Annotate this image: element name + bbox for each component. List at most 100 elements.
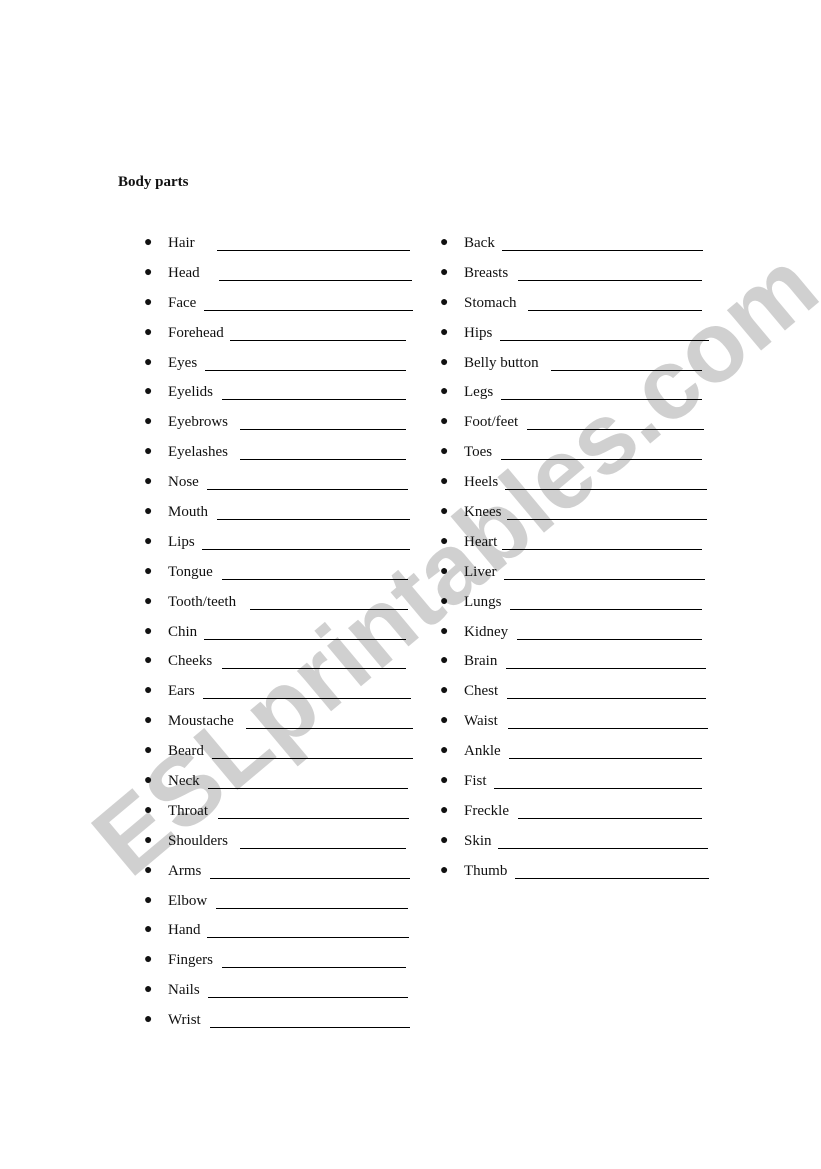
answer-blank-line[interactable]: [246, 728, 413, 730]
bullet-icon: ●: [440, 683, 449, 699]
answer-blank-line[interactable]: [217, 519, 410, 521]
item-label: Throat: [168, 802, 208, 819]
bullet-icon: ●: [440, 832, 449, 848]
bullet-icon: ●: [144, 713, 153, 729]
item-label: Skin: [464, 832, 492, 849]
answer-blank-line[interactable]: [207, 937, 409, 939]
answer-blank-line[interactable]: [507, 698, 706, 700]
answer-blank-line[interactable]: [202, 548, 410, 550]
answer-blank-line[interactable]: [518, 817, 702, 819]
answer-blank-line[interactable]: [508, 728, 708, 730]
answer-blank-line[interactable]: [222, 578, 408, 580]
answer-blank-line[interactable]: [500, 339, 709, 341]
bullet-icon: ●: [440, 414, 449, 430]
item-label: Tongue: [168, 563, 213, 580]
item-label: Moustache: [168, 713, 234, 730]
bullet-icon: ●: [144, 354, 153, 370]
answer-blank-line[interactable]: [502, 250, 703, 251]
answer-blank-line[interactable]: [515, 877, 709, 879]
answer-blank-line[interactable]: [212, 758, 413, 760]
bullet-icon: ●: [144, 892, 153, 908]
bullet-icon: ●: [440, 384, 449, 400]
answer-blank-line[interactable]: [527, 429, 704, 431]
answer-blank-line[interactable]: [222, 967, 406, 969]
page-title: Body parts: [118, 174, 189, 190]
answer-blank-line[interactable]: [528, 309, 702, 311]
item-label: Liver: [464, 563, 497, 580]
bullet-icon: ●: [440, 264, 449, 280]
item-label: Stomach: [464, 294, 517, 311]
bullet-icon: ●: [144, 444, 153, 460]
item-label: Brain: [464, 653, 498, 670]
answer-blank-line[interactable]: [494, 788, 702, 790]
item-label: Face: [168, 294, 197, 311]
item-label: Heels: [464, 474, 499, 491]
item-label: Lungs: [464, 593, 502, 610]
item-label: Fist: [464, 773, 487, 790]
bullet-icon: ●: [440, 324, 449, 340]
answer-blank-line[interactable]: [504, 578, 705, 580]
answer-blank-line[interactable]: [240, 847, 406, 849]
answer-blank-line[interactable]: [219, 279, 412, 281]
item-label: Neck: [168, 773, 200, 790]
answer-blank-line[interactable]: [250, 608, 408, 610]
answer-blank-line[interactable]: [205, 369, 406, 371]
item-label: Heart: [464, 533, 498, 550]
answer-blank-line[interactable]: [518, 279, 702, 281]
answer-blank-line[interactable]: [210, 877, 410, 879]
answer-blank-line[interactable]: [204, 638, 406, 640]
answer-blank-line[interactable]: [501, 399, 702, 401]
bullet-icon: ●: [144, 922, 153, 938]
answer-blank-line[interactable]: [203, 698, 411, 700]
answer-blank-line[interactable]: [510, 608, 702, 610]
bullet-icon: ●: [144, 773, 153, 789]
answer-blank-line[interactable]: [502, 548, 702, 550]
answer-blank-line[interactable]: [208, 788, 408, 790]
item-label: Forehead: [168, 324, 224, 341]
bullet-icon: ●: [144, 982, 153, 998]
item-label: Legs: [464, 384, 494, 401]
item-label: Wrist: [168, 1012, 201, 1029]
bullet-icon: ●: [440, 504, 449, 520]
answer-blank-line[interactable]: [204, 309, 413, 311]
item-label: Freckle: [464, 802, 509, 819]
answer-blank-line[interactable]: [230, 339, 406, 341]
bullet-icon: ●: [440, 294, 449, 310]
answer-blank-line[interactable]: [207, 489, 408, 491]
bullet-icon: ●: [144, 653, 153, 669]
item-label: Eyelashes: [168, 444, 228, 461]
answer-blank-line[interactable]: [218, 817, 409, 819]
bullet-icon: ●: [144, 264, 153, 280]
answer-blank-line[interactable]: [509, 758, 702, 760]
bullet-icon: ●: [440, 444, 449, 460]
bullet-icon: ●: [440, 354, 449, 370]
answer-blank-line[interactable]: [240, 459, 406, 461]
answer-blank-line[interactable]: [506, 668, 706, 670]
answer-blank-line[interactable]: [240, 429, 406, 431]
answer-blank-line[interactable]: [222, 399, 406, 401]
bullet-icon: ●: [144, 952, 153, 968]
answer-blank-line[interactable]: [551, 369, 702, 371]
bullet-icon: ●: [144, 683, 153, 699]
answer-blank-line[interactable]: [217, 250, 410, 251]
answer-blank-line[interactable]: [208, 997, 408, 999]
item-label: Waist: [464, 713, 498, 730]
bullet-icon: ●: [144, 474, 153, 490]
answer-blank-line[interactable]: [501, 459, 702, 461]
answer-blank-line[interactable]: [210, 1027, 410, 1029]
bullet-icon: ●: [144, 593, 153, 609]
item-label: Fingers: [168, 952, 213, 969]
answer-blank-line[interactable]: [498, 847, 708, 849]
answer-blank-line[interactable]: [517, 638, 702, 640]
bullet-icon: ●: [440, 653, 449, 669]
bullet-icon: ●: [144, 563, 153, 579]
answer-blank-line[interactable]: [222, 668, 406, 670]
bullet-icon: ●: [144, 235, 153, 250]
item-label: Arms: [168, 862, 202, 879]
answer-blank-line[interactable]: [505, 489, 707, 491]
bullet-icon: ●: [440, 623, 449, 639]
item-label: Cheeks: [168, 653, 213, 670]
answer-blank-line[interactable]: [507, 519, 707, 521]
bullet-icon: ●: [144, 832, 153, 848]
answer-blank-line[interactable]: [216, 907, 408, 909]
